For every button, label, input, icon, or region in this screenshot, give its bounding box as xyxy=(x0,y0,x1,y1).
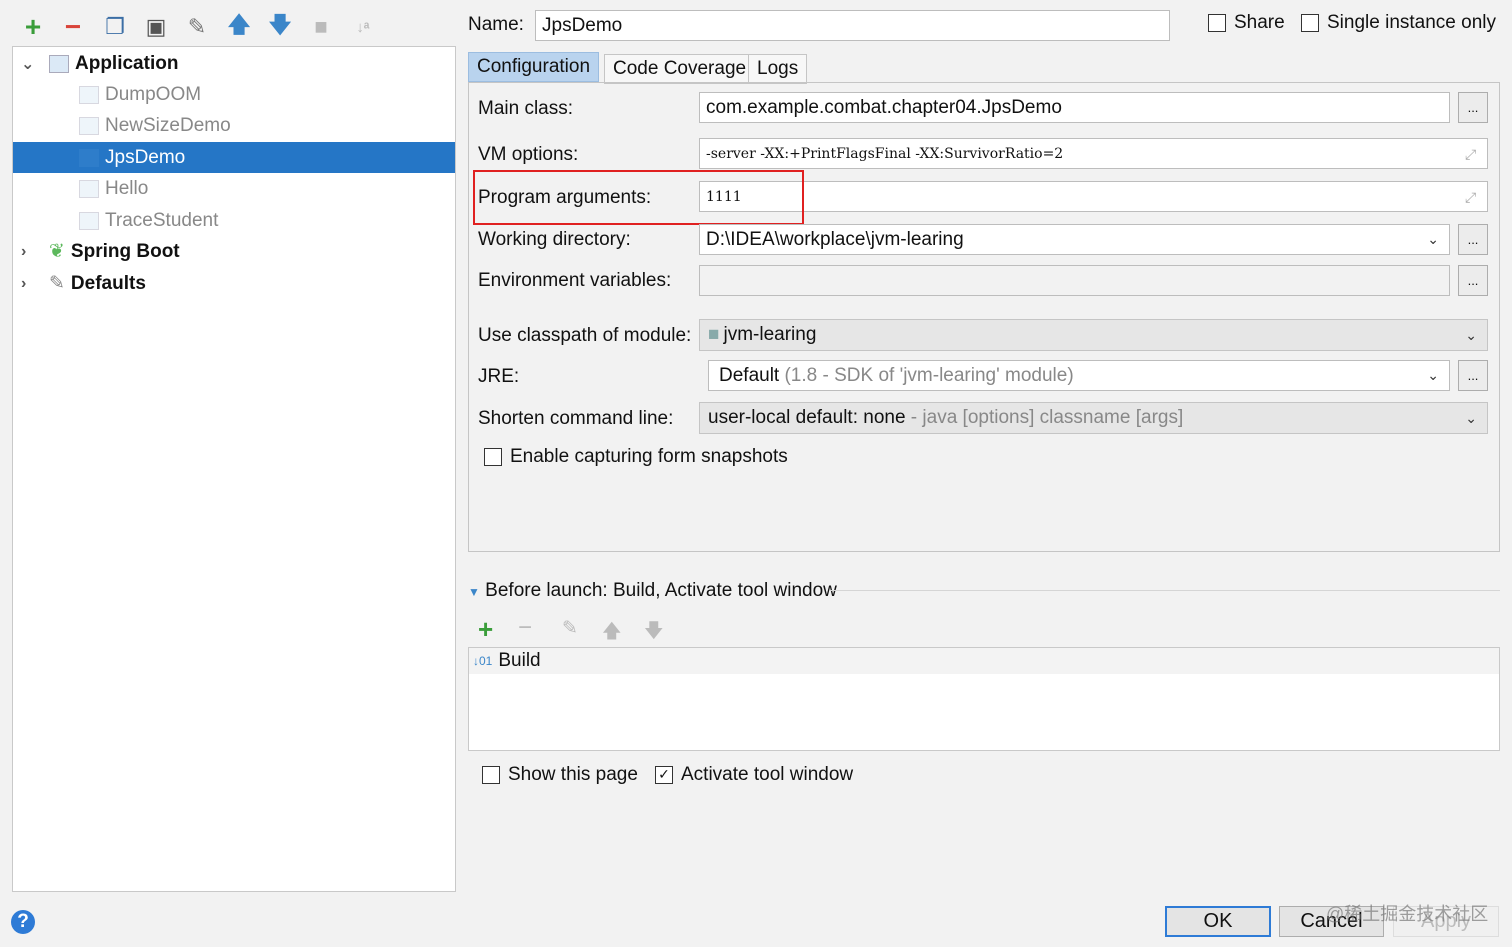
save-icon[interactable]: ▣ xyxy=(143,12,169,42)
move-up-icon[interactable]: 🡅 xyxy=(226,12,252,42)
add-task-icon[interactable]: + xyxy=(478,614,493,645)
tab-code-coverage[interactable]: Code Coverage xyxy=(604,54,756,84)
move-task-up-icon[interactable]: 🡅 xyxy=(602,617,622,649)
main-class-label: Main class: xyxy=(478,98,574,119)
vm-options-input[interactable]: -server -XX:+PrintFlagsFinal -XX:Survivo… xyxy=(699,138,1488,169)
jre-browse-button[interactable]: ... xyxy=(1458,360,1488,391)
run-config-tree: ⌄ Application DumpOOM NewSizeDemo JpsDemo… xyxy=(12,46,456,892)
chevron-down-icon: ⌄ xyxy=(1465,326,1477,343)
module-folder-icon: ■ xyxy=(708,324,720,345)
vm-options-label: VM options: xyxy=(478,144,579,165)
build-icon: ↓01 xyxy=(473,654,493,668)
app-config-icon xyxy=(79,116,99,135)
sort-icon[interactable]: ↓ᵃ xyxy=(350,12,376,42)
remove-icon[interactable]: − xyxy=(60,11,86,42)
jre-label: JRE: xyxy=(478,366,520,387)
program-arguments-input[interactable]: 1111 xyxy=(699,181,1488,212)
copy-icon[interactable]: ❐ xyxy=(102,12,128,42)
checkmark-icon: ✓ xyxy=(655,765,673,784)
single-instance-checkbox[interactable]: Single instance only xyxy=(1301,12,1496,34)
app-config-icon xyxy=(79,179,99,198)
share-checkbox[interactable]: Share xyxy=(1208,12,1285,34)
expand-icon[interactable]: ⤢ xyxy=(1465,146,1476,163)
folder-icon[interactable]: ■ xyxy=(308,12,334,42)
shorten-command-line-select[interactable]: user-local default: none - java [options… xyxy=(699,402,1488,434)
highlight-box xyxy=(473,170,804,225)
application-icon xyxy=(49,54,69,73)
environment-variables-label: Environment variables: xyxy=(478,270,672,291)
before-launch-header[interactable]: ▼ Before launch: Build, Activate tool wi… xyxy=(468,580,837,602)
ok-button[interactable]: OK xyxy=(1165,906,1271,937)
remove-task-icon[interactable]: − xyxy=(518,614,532,642)
expand-icon[interactable]: ⤢ xyxy=(1465,189,1476,206)
move-task-down-icon[interactable]: 🡇 xyxy=(644,617,664,649)
shorten-command-line-label: Shorten command line: xyxy=(478,408,674,429)
chevron-down-icon: ⌄ xyxy=(1465,409,1477,426)
add-icon[interactable]: + xyxy=(20,11,46,42)
name-label: Name: xyxy=(468,14,524,35)
environment-variables-input[interactable] xyxy=(699,265,1450,296)
working-directory-browse-button[interactable]: ... xyxy=(1458,224,1488,255)
tree-group-spring-boot[interactable]: › ❦ Spring Boot xyxy=(13,236,455,267)
enable-snapshots-checkbox[interactable]: Enable capturing form snapshots xyxy=(484,446,788,468)
collapse-triangle-icon[interactable]: ▼ xyxy=(468,585,480,599)
name-input[interactable]: JpsDemo xyxy=(535,10,1170,41)
show-page-checkbox[interactable]: Show this page xyxy=(482,764,638,786)
tab-logs[interactable]: Logs xyxy=(748,54,808,84)
activate-tool-window-checkbox[interactable]: ✓ Activate tool window xyxy=(655,764,853,786)
working-directory-label: Working directory: xyxy=(478,229,631,250)
chevron-right-icon[interactable]: › xyxy=(21,243,26,261)
working-directory-input[interactable]: D:\IDEA\workplace\jvm-learing ⌄ xyxy=(699,224,1450,255)
jre-select[interactable]: Default (1.8 - SDK of 'jvm-learing' modu… xyxy=(708,360,1450,391)
help-button[interactable]: ? xyxy=(11,910,35,934)
tree-item-newsizedemo[interactable]: NewSizeDemo xyxy=(13,110,455,141)
tree-item-dumpoom[interactable]: DumpOOM xyxy=(13,79,455,110)
tree-item-hello[interactable]: Hello xyxy=(13,173,455,204)
chevron-right-icon[interactable]: › xyxy=(21,275,26,293)
app-config-icon xyxy=(79,148,99,167)
chevron-down-icon[interactable]: ⌄ xyxy=(1427,231,1439,248)
tree-group-application[interactable]: ⌄ Application xyxy=(13,48,455,79)
tab-configuration[interactable]: Configuration xyxy=(468,52,600,82)
chevron-down-icon[interactable]: ⌄ xyxy=(21,54,34,74)
classpath-module-select[interactable]: ■ jvm-learing ⌄ xyxy=(699,319,1488,351)
divider xyxy=(830,590,1500,591)
classpath-module-label: Use classpath of module: xyxy=(478,325,692,346)
edit-defaults-icon[interactable]: ✎ xyxy=(184,12,210,42)
chevron-down-icon: ⌄ xyxy=(1427,367,1439,383)
main-class-browse-button[interactable]: ... xyxy=(1458,92,1488,123)
app-config-icon xyxy=(79,85,99,104)
watermark: @稀土掘金技术社区 xyxy=(1326,904,1489,924)
tree-item-tracestudent[interactable]: TraceStudent xyxy=(13,205,455,236)
tree-item-jpsdemo[interactable]: JpsDemo xyxy=(13,142,455,173)
spring-boot-icon: ❦ xyxy=(49,241,65,262)
app-config-icon xyxy=(79,211,99,230)
list-item[interactable]: ↓01 Build xyxy=(469,648,1499,674)
wrench-icon: ✎ xyxy=(49,273,65,294)
tree-group-defaults[interactable]: › ✎ Defaults xyxy=(13,268,455,299)
edit-task-icon[interactable]: ✎ xyxy=(562,617,578,640)
before-launch-list: ↓01 Build xyxy=(468,647,1500,751)
environment-variables-browse-button[interactable]: ... xyxy=(1458,265,1488,296)
move-down-icon[interactable]: 🡇 xyxy=(267,12,293,42)
main-class-input[interactable]: com.example.combat.chapter04.JpsDemo xyxy=(699,92,1450,123)
